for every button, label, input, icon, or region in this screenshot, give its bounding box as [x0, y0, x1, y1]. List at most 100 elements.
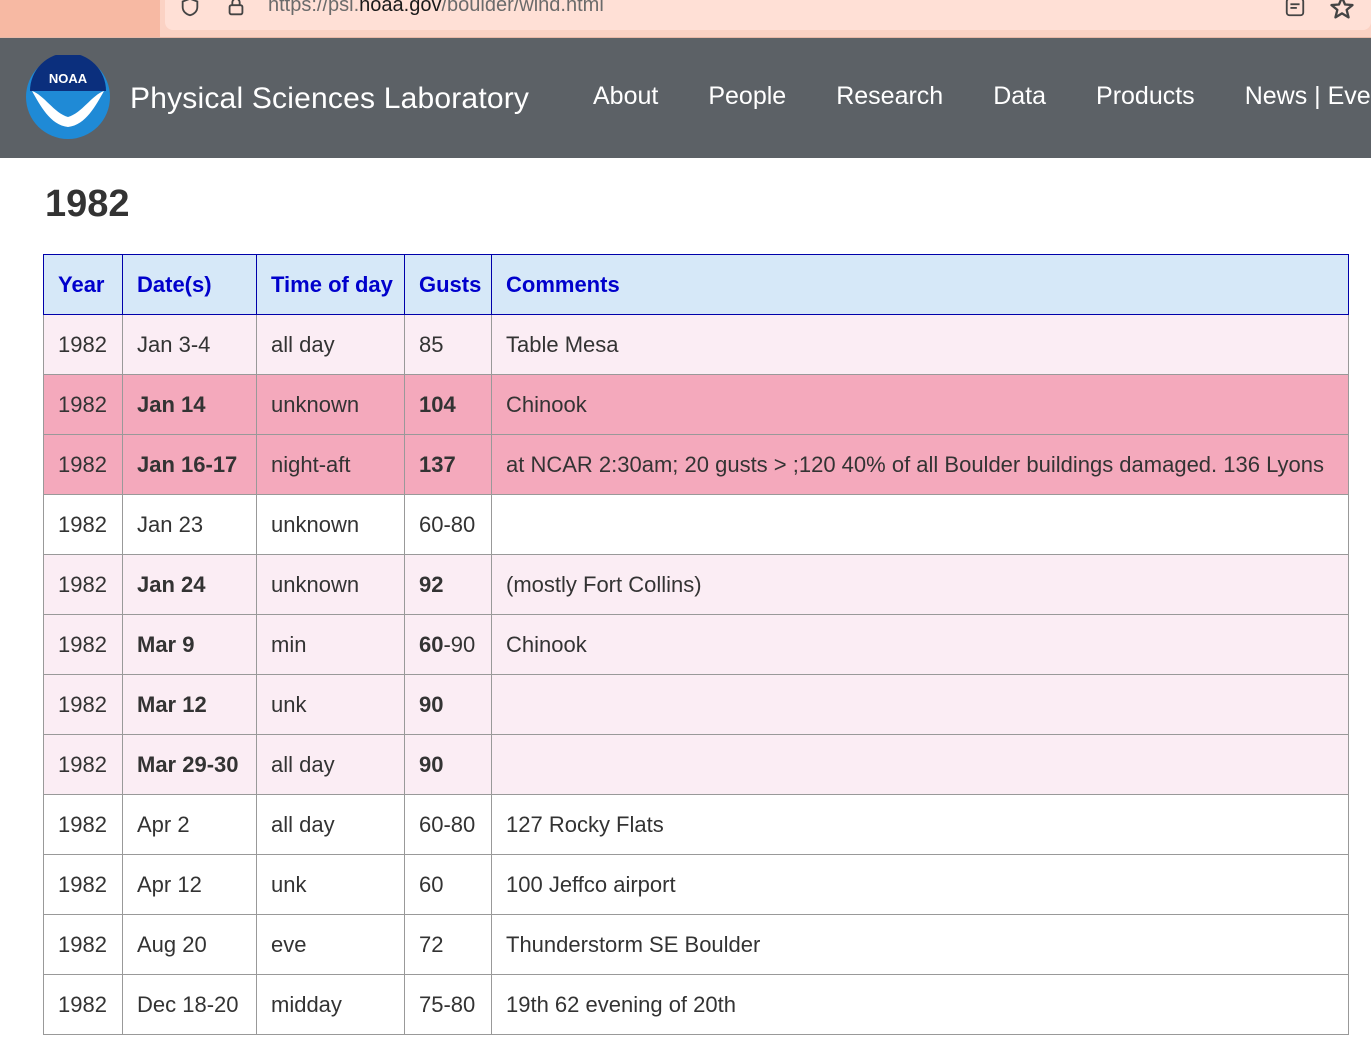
cell-date: Aug 20: [122, 914, 257, 975]
reader-view-icon[interactable]: [1284, 0, 1306, 18]
cell-time-of-day: all day: [256, 314, 405, 375]
gust-rest-part: 75-80: [419, 991, 476, 1017]
cell-comment: at NCAR 2:30am; 20 gusts > ;120 40% of a…: [491, 434, 1349, 495]
nav-products[interactable]: Products: [1096, 82, 1195, 111]
cell-year: 1982: [43, 614, 123, 675]
column-header-gusts: Gusts: [404, 254, 492, 315]
table-row: 1982 Apr 2 all day 60-80 127 Rocky Flats: [43, 794, 1349, 855]
cell-gusts: 92: [404, 554, 492, 615]
cell-comment: Chinook: [491, 374, 1349, 435]
cell-time-of-day: unk: [256, 674, 405, 735]
windstorm-table: Year Date(s) Time of day Gusts Comments …: [43, 254, 1349, 1035]
cell-time-of-day: midday: [256, 974, 405, 1035]
cell-gusts: 104: [404, 374, 492, 435]
column-header-year: Year: [43, 254, 123, 315]
url-text[interactable]: https://psl.noaa.gov/boulder/wind.html: [268, 0, 604, 17]
site-header: NOAA Physical Sciences Laboratory About …: [0, 38, 1371, 158]
cell-date: Mar 9: [122, 614, 257, 675]
cell-date: Jan 14: [122, 374, 257, 435]
cell-comment: [491, 734, 1349, 795]
lock-icon[interactable]: [225, 0, 247, 18]
cell-year: 1982: [43, 374, 123, 435]
shield-icon[interactable]: [179, 0, 201, 18]
browser-tab-area[interactable]: [0, 0, 160, 37]
cell-date: Apr 12: [122, 854, 257, 915]
page-title: 1982: [45, 183, 130, 225]
table-row: 1982 Jan 16-17 night-aft 137 at NCAR 2:30am;…: [43, 434, 1349, 495]
cell-date: Apr 2: [122, 794, 257, 855]
cell-date: Jan 23: [122, 494, 257, 555]
cell-year: 1982: [43, 434, 123, 495]
cell-comment: 19th 62 evening of 20th: [491, 974, 1349, 1035]
table-row: 1982 Jan 24 unknown 92 (mostly Fort Collins): [43, 554, 1349, 615]
gust-rest-part: 60-80: [419, 511, 476, 537]
nav-research[interactable]: Research: [836, 82, 943, 111]
cell-gusts: 60: [404, 854, 492, 915]
table-row: 1982 Mar 29-30 all day 90: [43, 734, 1349, 795]
cell-time-of-day: eve: [256, 914, 405, 975]
cell-date: Mar 29-30: [122, 734, 257, 795]
cell-date: Jan 16-17: [122, 434, 257, 495]
gust-rest-part: 60-80: [419, 811, 476, 837]
nav-about[interactable]: About: [593, 82, 658, 111]
cell-comment: [491, 674, 1349, 735]
cell-gusts: 90: [404, 674, 492, 735]
column-header-time-of-day: Time of day: [256, 254, 405, 315]
nav-data[interactable]: Data: [993, 82, 1046, 111]
table-header-row: Year Date(s) Time of day Gusts Comments: [43, 254, 1349, 315]
column-header-comments: Comments: [491, 254, 1349, 315]
cell-gusts: 60-80: [404, 494, 492, 555]
cell-comment: [491, 494, 1349, 555]
cell-time-of-day: unk: [256, 854, 405, 915]
gust-rest-part: -90: [443, 631, 476, 657]
table-row: 1982 Mar 12 unk 90: [43, 674, 1349, 735]
nav-people[interactable]: People: [708, 82, 786, 111]
gust-rest-part: 85: [419, 331, 444, 357]
cell-gusts: 75-80: [404, 974, 492, 1035]
cell-time-of-day: min: [256, 614, 405, 675]
cell-date: Jan 3-4: [122, 314, 257, 375]
gust-bold-part: 60: [419, 631, 444, 657]
table-row: 1982 Jan 14 unknown 104 Chinook: [43, 374, 1349, 435]
gust-bold-part: 90: [419, 751, 444, 777]
column-header-dates: Date(s): [122, 254, 257, 315]
table-row: 1982 Dec 18-20 midday 75-80 19th 62 evening …: [43, 974, 1349, 1035]
gust-bold-part: 104: [419, 391, 456, 417]
cell-year: 1982: [43, 794, 123, 855]
table-row: 1982 Mar 9 min 60-90 Chinook: [43, 614, 1349, 675]
cell-comment: Chinook: [491, 614, 1349, 675]
cell-gusts: 60-90: [404, 614, 492, 675]
cell-time-of-day: unknown: [256, 374, 405, 435]
cell-comment: Table Mesa: [491, 314, 1349, 375]
table-row: 1982 Jan 3-4 all day 85 Table Mesa: [43, 314, 1349, 375]
table-row: 1982 Apr 12 unk 60 100 Jeffco airport: [43, 854, 1349, 915]
cell-time-of-day: all day: [256, 734, 405, 795]
gust-bold-part: 90: [419, 691, 444, 717]
site-title[interactable]: Physical Sciences Laboratory: [130, 82, 529, 116]
cell-gusts: 72: [404, 914, 492, 975]
cell-time-of-day: night-aft: [256, 434, 405, 495]
cell-gusts: 85: [404, 314, 492, 375]
cell-year: 1982: [43, 674, 123, 735]
cell-comment: Thunderstorm SE Boulder: [491, 914, 1349, 975]
gust-rest-part: 72: [419, 931, 444, 957]
svg-text:NOAA: NOAA: [49, 71, 88, 86]
cell-year: 1982: [43, 314, 123, 375]
gust-bold-part: 92: [419, 571, 444, 597]
browser-toolbar: https://psl.noaa.gov/boulder/wind.html: [0, 0, 1371, 38]
nav-news-events[interactable]: News | Ever: [1245, 82, 1371, 111]
table-body: 1982 Jan 3-4 all day 85 Table Mesa 1982 Jan 14…: [43, 314, 1349, 1035]
cell-comment: 100 Jeffco airport: [491, 854, 1349, 915]
cell-year: 1982: [43, 734, 123, 795]
cell-gusts: 137: [404, 434, 492, 495]
gust-bold-part: 137: [419, 451, 456, 477]
cell-time-of-day: unknown: [256, 494, 405, 555]
bookmark-star-icon[interactable]: [1328, 0, 1356, 22]
main-nav: About People Research Data Products News…: [593, 82, 1371, 111]
noaa-logo-icon[interactable]: NOAA: [26, 55, 110, 139]
cell-date: Dec 18-20: [122, 974, 257, 1035]
table-row: 1982 Jan 23 unknown 60-80: [43, 494, 1349, 555]
cell-year: 1982: [43, 854, 123, 915]
cell-time-of-day: unknown: [256, 554, 405, 615]
cell-time-of-day: all day: [256, 794, 405, 855]
